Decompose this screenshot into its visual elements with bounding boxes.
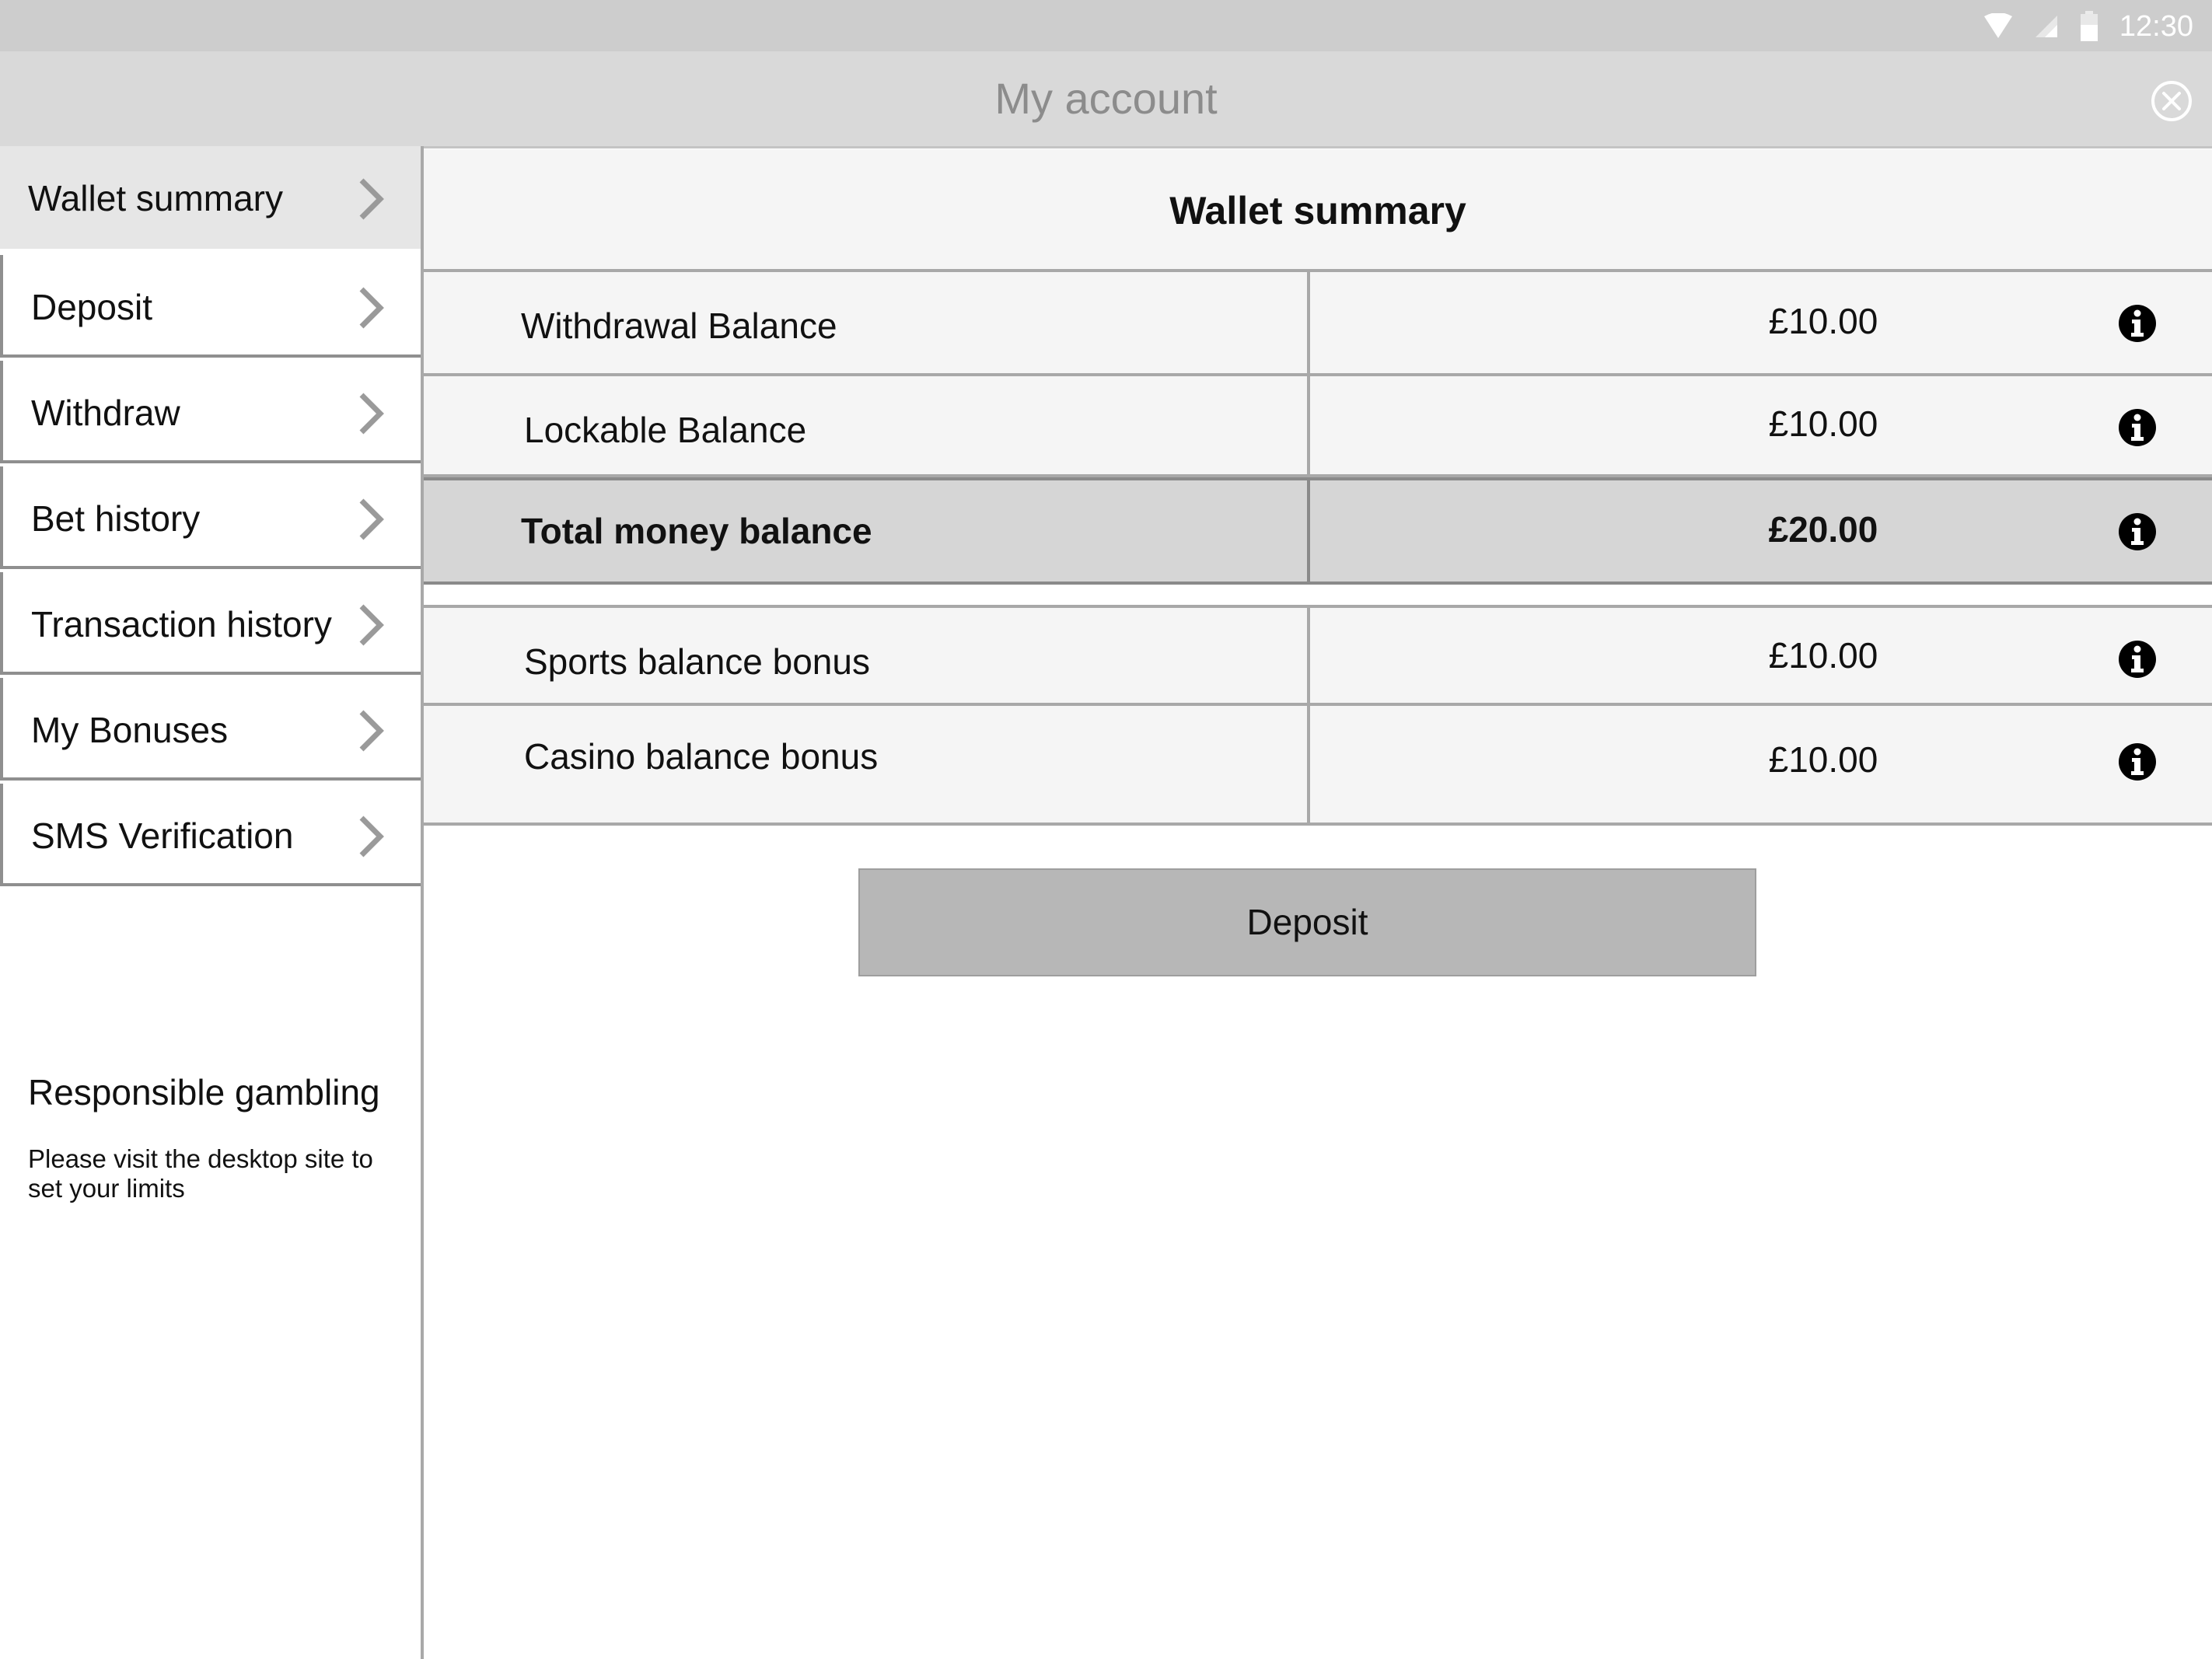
balance-label: Casino balance bonus <box>524 736 879 777</box>
wallet-summary-panel: Wallet summary Withdrawal Balance £10.00… <box>424 149 2212 826</box>
sidebar-item-wallet-summary[interactable]: Wallet summary <box>0 146 421 249</box>
chevron-right-icon <box>359 178 384 220</box>
sidebar: Wallet summary Deposit Withdraw Bet hist… <box>0 146 424 1659</box>
sidebar-item-label: SMS Verification <box>31 816 294 856</box>
balance-value: £10.00 <box>1768 403 1878 444</box>
balance-label: Sports balance bonus <box>524 641 870 682</box>
status-icons: 12:30 <box>1983 8 2193 45</box>
status-bar: 12:30 <box>0 0 2212 51</box>
sidebar-item-label: Transaction history <box>31 604 332 644</box>
sidebar-item-label: Bet history <box>31 498 201 539</box>
sidebar-item-sms-verification[interactable]: SMS Verification <box>0 784 421 886</box>
balance-value: £10.00 <box>1768 635 1878 676</box>
info-icon[interactable] <box>2117 512 2158 552</box>
sidebar-item-label: My Bonuses <box>31 710 229 750</box>
column-divider <box>1307 706 1310 823</box>
column-divider <box>1307 480 1310 582</box>
balance-value: £10.00 <box>1768 739 1878 780</box>
chevron-right-icon <box>359 816 384 857</box>
chevron-right-icon <box>359 710 384 752</box>
close-icon[interactable] <box>2150 79 2193 123</box>
info-icon[interactable] <box>2117 742 2158 782</box>
wallet-summary-title: Wallet summary <box>424 149 2212 272</box>
balance-value: £20.00 <box>1768 509 1878 550</box>
status-time: 12:30 <box>2119 9 2193 43</box>
chevron-right-icon <box>359 287 384 329</box>
deposit-button[interactable]: Deposit <box>858 868 1756 976</box>
responsible-gambling-text: Please visit the desktop site to set you… <box>28 1144 373 1203</box>
sidebar-item-withdraw[interactable]: Withdraw <box>0 361 421 463</box>
section-gap <box>424 585 2212 608</box>
balance-row-sports-bonus: Sports balance bonus £10.00 <box>424 608 2212 706</box>
sidebar-item-label: Wallet summary <box>28 178 283 218</box>
balance-row-lockable: Lockable Balance £10.00 <box>424 376 2212 477</box>
chevron-right-icon <box>359 393 384 435</box>
balance-label: Lockable Balance <box>524 410 807 450</box>
sidebar-item-label: Deposit <box>31 287 152 327</box>
sidebar-item-deposit[interactable]: Deposit <box>0 255 421 358</box>
sidebar-item-transaction-history[interactable]: Transaction history <box>0 572 421 675</box>
balance-row-withdrawal: Withdrawal Balance £10.00 <box>424 272 2212 376</box>
app-header: My account <box>0 51 2212 148</box>
column-divider <box>1307 376 1310 474</box>
chevron-right-icon <box>359 604 384 646</box>
info-icon[interactable] <box>2117 407 2158 448</box>
signal-icon <box>2035 16 2057 37</box>
responsible-gambling-title: Responsible gambling <box>28 1072 380 1112</box>
balance-label: Withdrawal Balance <box>521 306 837 346</box>
page-title: My account <box>994 74 1218 123</box>
column-divider <box>1307 272 1310 373</box>
info-icon[interactable] <box>2117 303 2158 344</box>
sidebar-item-label: Withdraw <box>31 393 180 433</box>
sidebar-item-bet-history[interactable]: Bet history <box>0 466 421 569</box>
balance-value: £10.00 <box>1768 301 1878 341</box>
chevron-right-icon <box>359 498 384 540</box>
balance-label: Total money balance <box>521 511 872 551</box>
sidebar-item-my-bonuses[interactable]: My Bonuses <box>0 678 421 781</box>
wifi-icon <box>1983 13 2012 38</box>
column-divider <box>1307 608 1310 703</box>
battery-icon <box>2080 11 2098 41</box>
balance-row-total: Total money balance £20.00 <box>424 477 2212 585</box>
info-icon[interactable] <box>2117 639 2158 679</box>
balance-row-casino-bonus: Casino balance bonus £10.00 <box>424 706 2212 826</box>
